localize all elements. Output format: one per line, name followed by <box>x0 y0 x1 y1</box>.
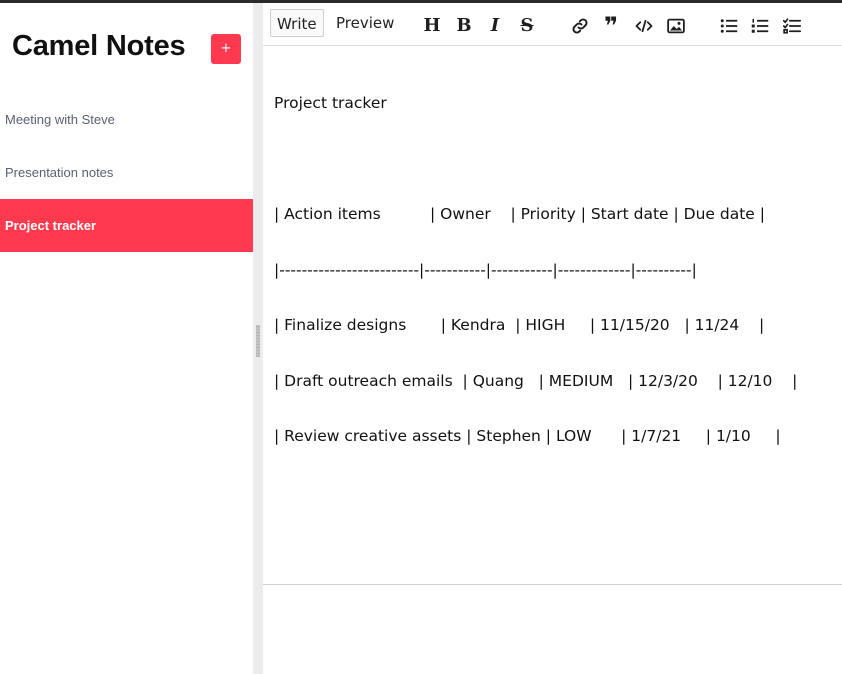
unordered-list-icon[interactable] <box>718 15 740 37</box>
content-line: |-------------------------|-----------|-… <box>274 260 697 279</box>
heading-icon[interactable]: H <box>421 15 443 37</box>
tab-write[interactable]: Write <box>270 9 324 37</box>
note-item-project-tracker[interactable]: Project tracker <box>0 199 253 252</box>
bold-icon[interactable]: B <box>453 15 475 37</box>
note-item-meeting-with-steve[interactable]: Meeting with Steve <box>0 93 253 146</box>
markdown-content[interactable]: Project tracker | Action items | Owner |… <box>274 57 797 483</box>
content-line: | Review creative assets | Stephen | LOW… <box>274 427 781 445</box>
content-line <box>274 150 797 169</box>
content-line: | Finalize designs | Kendra | HIGH | 11/… <box>274 316 765 334</box>
add-note-button[interactable]: + <box>211 34 241 64</box>
content-line: Project tracker <box>274 94 387 112</box>
editor-toolbar: Write Preview H B I S ❞ <box>263 3 842 46</box>
strikethrough-icon[interactable]: S <box>516 15 538 37</box>
markdown-editor: Write Preview H B I S ❞ Project tracker … <box>263 3 842 674</box>
content-line: | Action items | Owner | Priority | Star… <box>274 205 765 223</box>
ordered-list-icon[interactable] <box>749 15 771 37</box>
note-item-presentation-notes[interactable]: Presentation notes <box>0 146 253 199</box>
content-line: | Draft outreach emails | Quang | MEDIUM… <box>274 371 798 390</box>
quote-icon[interactable]: ❞ <box>600 14 622 38</box>
markdown-textarea[interactable]: Project tracker | Action items | Owner |… <box>263 46 842 585</box>
checklist-icon[interactable] <box>781 15 803 37</box>
link-icon[interactable] <box>569 15 591 37</box>
code-icon[interactable] <box>633 15 655 37</box>
sidebar: Camel Notes + Meeting with Steve Present… <box>0 3 253 674</box>
note-list: Meeting with Steve Presentation notes Pr… <box>0 93 253 252</box>
splitter-grip-icon[interactable] <box>256 325 260 357</box>
italic-icon[interactable]: I <box>484 15 506 37</box>
image-icon[interactable] <box>665 15 687 37</box>
app-title: Camel Notes <box>12 30 186 62</box>
tab-preview[interactable]: Preview <box>330 9 400 37</box>
pane-splitter[interactable] <box>253 3 263 674</box>
